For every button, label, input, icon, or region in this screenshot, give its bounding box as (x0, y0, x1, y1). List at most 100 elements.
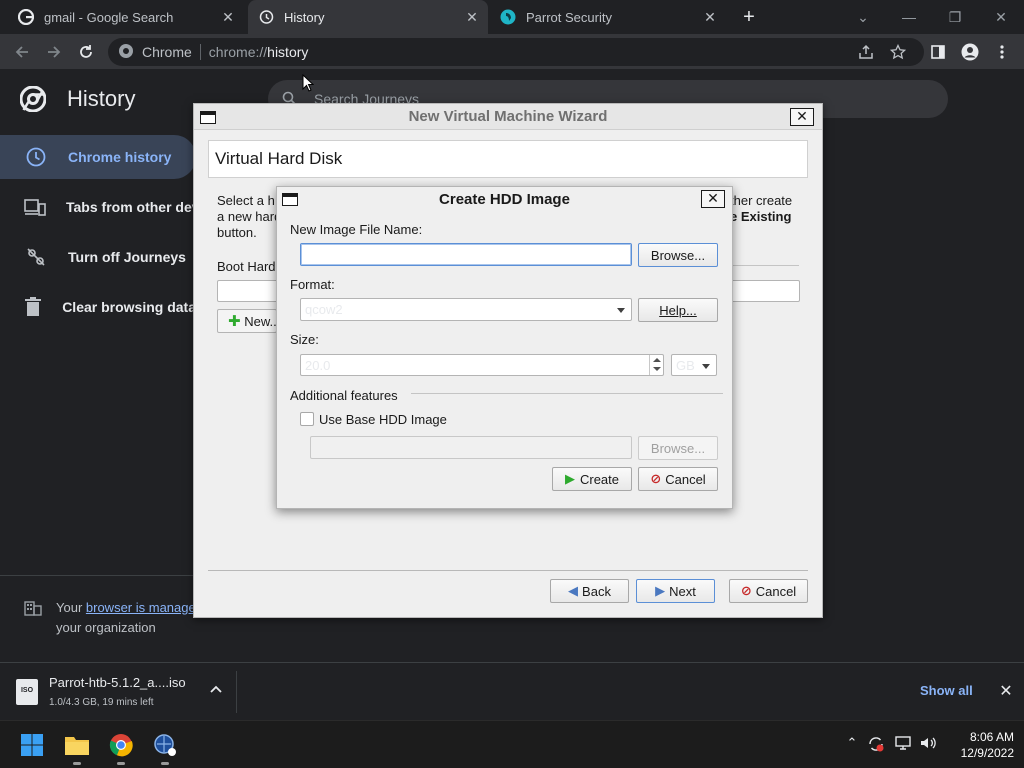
network-icon[interactable] (894, 735, 914, 755)
reload-icon[interactable] (74, 40, 98, 64)
wizard-titlebar: New Virtual Machine Wizard ✕ (194, 104, 822, 130)
managed-prefix: Your (56, 600, 86, 615)
profile-avatar-icon[interactable] (958, 40, 982, 64)
tab-strip: gmail - Google Search ✕ History ✕ Parrot… (0, 0, 1024, 34)
use-base-hdd-label[interactable]: Use Base HDD Image (319, 412, 447, 427)
help-button[interactable]: Help... (638, 298, 718, 322)
virtualbox-taskbar-icon[interactable] (149, 729, 181, 765)
hdd-close-button[interactable]: ✕ (701, 190, 725, 208)
spin-down-icon[interactable] (653, 367, 661, 371)
running-indicator (117, 762, 125, 765)
windows-start-icon[interactable] (16, 729, 48, 761)
cancel-icon: ⊘ (650, 471, 662, 486)
download-status: 1.0/4.3 GB, 19 mins left (49, 697, 154, 708)
hdd-cancel-button[interactable]: ⊘ Cancel (638, 467, 718, 491)
new-disk-label: New... (244, 314, 277, 329)
wizard-footer-separator (208, 570, 808, 571)
spin-up-icon[interactable] (653, 358, 661, 362)
wizard-title: New Virtual Machine Wizard (408, 108, 608, 125)
sidebar-item-tabs-other-devices[interactable]: Tabs from other devices (0, 185, 196, 229)
url-scheme: chrome:// (208, 44, 268, 60)
system-clock[interactable]: 8:06 AM 12/9/2022 (940, 729, 1014, 761)
tab-parrot-security[interactable]: Parrot Security ✕ (490, 0, 726, 34)
omnibox-chip: Chrome (142, 44, 192, 60)
google-icon (18, 9, 34, 25)
running-indicator (161, 762, 169, 765)
chevron-up-icon[interactable]: ⌃ (842, 735, 862, 755)
forward-arrow-icon[interactable] (42, 40, 66, 64)
wizard-cancel-button[interactable]: ⊘ Cancel (729, 579, 808, 603)
help-label: Help... (659, 302, 697, 318)
hdd-cancel-label: Cancel (665, 471, 706, 487)
history-sidebar: Chrome history Tabs from other devices T… (0, 135, 196, 335)
chrome-taskbar-icon[interactable] (105, 729, 137, 765)
play-icon: ▶ (564, 471, 575, 486)
close-icon[interactable]: ✕ (702, 9, 718, 25)
restore-icon[interactable]: ❐ (944, 6, 966, 28)
base-image-input (310, 436, 632, 459)
sidebar-item-label: Clear browsing data (62, 299, 196, 315)
share-icon[interactable] (854, 40, 878, 64)
size-spinbox[interactable]: 20.0 (300, 354, 664, 376)
file-name-label: New Image File Name: (290, 222, 423, 237)
page-title: History (67, 86, 136, 111)
chevron-up-icon[interactable] (206, 681, 226, 701)
chevron-down-icon (617, 308, 625, 313)
new-tab-button[interactable]: + (738, 6, 760, 28)
size-unit-select[interactable]: GB (671, 354, 717, 376)
close-icon[interactable]: ✕ (464, 9, 480, 25)
address-bar[interactable]: Chrome chrome://history (108, 38, 924, 66)
close-icon[interactable]: ✕ (220, 9, 236, 25)
browser-toolbar: Chrome chrome://history (0, 34, 1024, 70)
back-arrow-icon: ◀ (568, 583, 579, 598)
sidebar-item-turn-off-journeys[interactable]: Turn off Journeys (0, 235, 196, 279)
hdd-titlebar: Create HDD Image ✕ (277, 187, 732, 211)
tab-history[interactable]: History ✕ (248, 0, 488, 34)
back-label: Back (582, 583, 611, 599)
use-base-hdd-checkbox[interactable] (300, 412, 314, 426)
back-button[interactable]: ◀ Back (550, 579, 629, 603)
minimize-icon[interactable]: — (898, 6, 920, 28)
tab-search-icon[interactable]: ⌄ (852, 6, 874, 28)
wizard-page-title: Virtual Hard Disk (208, 140, 808, 178)
windows-taskbar: ⌃ 8:06 AM 12/9/2022 (0, 720, 1024, 768)
side-panel-icon[interactable] (926, 40, 950, 64)
wizard-close-button[interactable]: ✕ (790, 108, 814, 126)
close-icon[interactable]: ✕ (996, 681, 1016, 701)
back-arrow-icon[interactable] (10, 40, 34, 64)
file-explorer-icon[interactable] (61, 729, 93, 765)
window-close-icon[interactable]: ✕ (990, 6, 1012, 28)
format-select[interactable]: qcow2 (300, 298, 632, 321)
show-all-link[interactable]: Show all (920, 683, 973, 698)
new-disk-button[interactable]: ✚ New... (217, 309, 277, 333)
sidebar-item-chrome-history[interactable]: Chrome history (0, 135, 196, 179)
file-name-input[interactable] (300, 243, 632, 266)
cancel-icon: ⊘ (740, 583, 752, 598)
sidebar-divider (0, 575, 196, 576)
history-icon (258, 9, 274, 25)
size-label: Size: (290, 332, 319, 347)
spin-buttons[interactable] (649, 355, 663, 375)
tab-title: History (284, 9, 325, 25)
browse-button[interactable]: Browse... (638, 243, 718, 267)
desc-line: e Existing (730, 209, 792, 224)
sync-icon[interactable] (866, 735, 886, 755)
create-button[interactable]: ▶ Create (552, 467, 632, 491)
tab-title: Parrot Security (526, 9, 612, 25)
bookmark-star-icon[interactable] (886, 40, 910, 64)
url-host: history (267, 44, 309, 60)
sidebar-item-clear-browsing-data[interactable]: Clear browsing data (0, 285, 196, 329)
mouse-cursor-icon (302, 73, 315, 92)
clock-icon (24, 145, 48, 169)
desc-line: button. (217, 225, 257, 240)
tab-title: gmail - Google Search (44, 9, 174, 25)
create-label: Create (579, 471, 620, 487)
base-browse-label: Browse... (650, 440, 706, 456)
next-button[interactable]: ▶ Next (636, 579, 715, 603)
format-label: Format: (290, 277, 335, 292)
more-menu-icon[interactable] (990, 40, 1014, 64)
volume-icon[interactable] (918, 735, 938, 755)
managed-link[interactable]: browser is managed (86, 600, 203, 615)
download-item[interactable]: ISO Parrot-htb-5.1.2_a....iso 1.0/4.3 GB… (16, 673, 236, 713)
tab-gmail-search[interactable]: gmail - Google Search ✕ (8, 0, 244, 34)
